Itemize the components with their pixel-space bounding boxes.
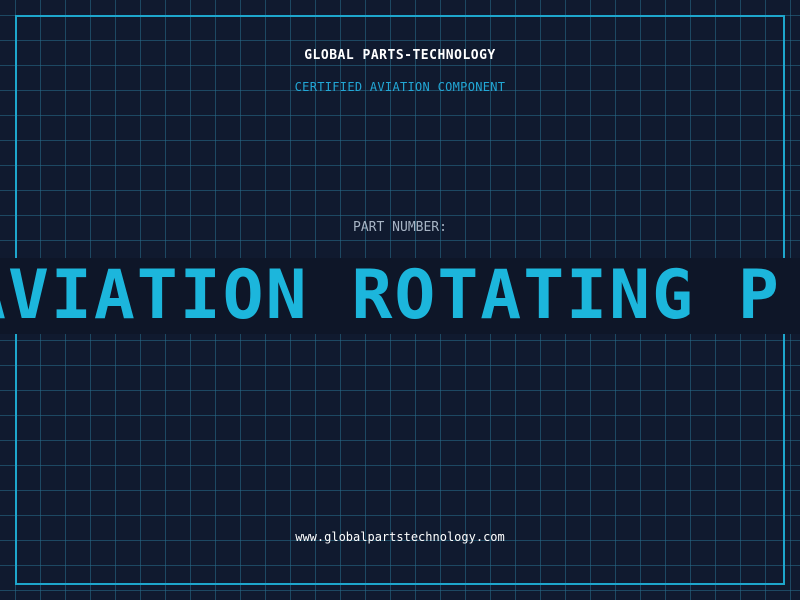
certification-subtitle: CERTIFIED AVIATION COMPONENT (294, 80, 506, 94)
part-number-banner: AVIATION ROTATING P (0, 258, 800, 334)
part-number-value: AVIATION ROTATING P (0, 258, 781, 334)
website-link[interactable]: www.globalpartstechnology.com (0, 530, 800, 544)
company-name: GLOBAL PARTS-TECHNOLOGY (304, 48, 496, 63)
part-number-label: PART NUMBER: (353, 220, 447, 235)
